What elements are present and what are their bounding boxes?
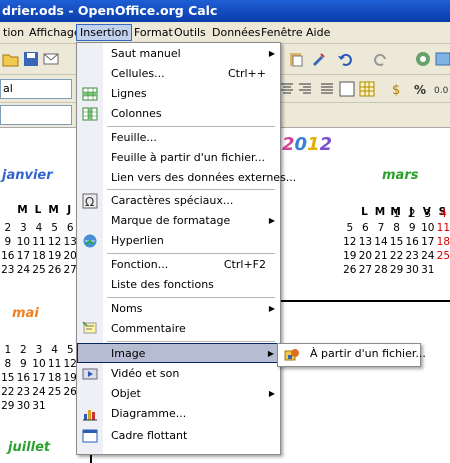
mars-row: 1234 — [393, 208, 447, 220]
clone-format-icon[interactable] — [309, 50, 327, 68]
image-submenu: À partir d'un fichier... — [277, 343, 426, 367]
menu-separator — [107, 297, 275, 298]
year-title: 2012 — [282, 134, 333, 155]
menu-item-cellules[interactable]: Cellules... Ctrl++ — [77, 64, 280, 84]
insert-columns-icon — [82, 107, 98, 121]
svg-text:Ω: Ω — [85, 195, 94, 209]
menu-item-feuille[interactable]: Feuille... — [77, 128, 280, 148]
menu-aide[interactable]: Aide — [303, 25, 333, 40]
menu-item-lignes[interactable]: Lignes — [77, 84, 280, 104]
menu-donnees[interactable]: Données — [209, 25, 263, 40]
menu-fenetre[interactable]: Fenêtre — [258, 25, 306, 40]
menu-item-hyperlien[interactable]: Hyperlien — [77, 231, 280, 251]
hyperlink-icon — [82, 233, 98, 249]
navigator-icon[interactable] — [414, 50, 432, 68]
menu-item-marque-formatage[interactable]: Marque de formatage ▶ — [77, 211, 280, 231]
mai-row: 29 30 31 — [1, 400, 46, 412]
menu-item-objet[interactable]: Objet ▶ — [77, 384, 280, 404]
menu-separator — [107, 253, 275, 254]
svg-text:$: $ — [392, 83, 400, 98]
month-title-juillet: juillet — [8, 440, 51, 455]
justify-icon[interactable] — [318, 80, 336, 98]
currency-icon[interactable]: $ — [388, 80, 406, 98]
insertion-menu: Saut manuel ▶ Cellules... Ctrl++ Lignes Co… — [76, 42, 296, 455]
menu-item-diagramme[interactable]: Diagramme... — [77, 404, 280, 424]
menu-outils[interactable]: Outils — [171, 25, 209, 40]
cell-grid-icon[interactable] — [358, 80, 376, 98]
comment-icon — [82, 321, 97, 334]
menu-item-noms[interactable]: Noms ▶ — [77, 299, 280, 319]
undo-icon[interactable] — [336, 50, 354, 68]
month-title-mars: mars — [382, 168, 419, 183]
menu-separator — [107, 189, 275, 190]
special-character-icon: Ω — [82, 193, 98, 209]
number-format-icon[interactable]: 0.0 — [432, 80, 450, 98]
menu-item-commentaire[interactable]: Commentaire — [77, 319, 280, 339]
menu-item-feuille-fichier[interactable]: Feuille à partir d'un fichier... — [77, 148, 280, 168]
video-sound-icon — [82, 368, 98, 380]
menu-insertion[interactable]: Insertion — [76, 24, 133, 41]
submenu-item-from-file[interactable]: À partir d'un fichier... — [310, 347, 426, 360]
menu-separator — [107, 341, 275, 342]
menu-format[interactable]: Format — [131, 25, 176, 40]
merge-cells-icon[interactable] — [338, 80, 356, 98]
open-icon[interactable] — [2, 50, 20, 68]
insert-image-from-file-icon — [284, 349, 299, 361]
save-icon[interactable] — [22, 50, 40, 68]
menu-item-cadre-flottant[interactable]: Cadre flottant — [77, 426, 280, 446]
mars-row: 19 20 21 22 23 24 25 — [343, 250, 450, 262]
menu-item-fonction[interactable]: Fonction... Ctrl+F2 — [77, 255, 280, 275]
mars-row: 5 6 7 8 9 10 11 — [346, 222, 450, 234]
redo-icon[interactable] — [372, 50, 390, 68]
month-title-janvier: janvier — [2, 168, 53, 183]
divider-line — [278, 300, 450, 302]
menu-item-colonnes[interactable]: Colonnes — [77, 104, 280, 124]
menu-item-image[interactable]: Image ▶ — [77, 343, 280, 363]
paste-icon[interactable] — [287, 50, 305, 68]
menu-item-video-son[interactable]: Vidéo et son — [77, 364, 280, 384]
chart-icon — [83, 410, 97, 421]
mars-row: 26 27 28 29 30 31 — [343, 264, 435, 276]
menu-separator — [107, 126, 275, 127]
title-bar: drier.ods - OpenOffice.org Calc — [0, 0, 450, 22]
menu-item-liste-fonctions[interactable]: Liste des fonctions — [77, 275, 280, 295]
name-box[interactable] — [0, 105, 72, 125]
menu-edition[interactable]: tion — [0, 25, 27, 40]
menu-item-saut-manuel[interactable]: Saut manuel ▶ — [77, 44, 280, 64]
menu-item-caracteres-speciaux[interactable]: Ω Caractères spéciaux... — [77, 191, 280, 211]
mars-row: 12 13 14 15 16 17 18 — [343, 236, 450, 248]
menu-item-lien-donnees-externes[interactable]: Lien vers des données externes... — [77, 168, 296, 188]
font-name-field[interactable]: al — [0, 79, 72, 99]
month-title-mai: mai — [12, 306, 39, 321]
insert-rows-icon — [82, 87, 98, 101]
svg-text:%: % — [414, 83, 426, 97]
align-right-icon[interactable] — [296, 80, 314, 98]
percent-icon[interactable]: % — [412, 80, 430, 98]
gallery-icon[interactable] — [434, 50, 450, 68]
svg-text:0.0: 0.0 — [434, 86, 449, 96]
window-title: drier.ods - OpenOffice.org Calc — [2, 3, 218, 18]
menu-bar: tion Affichage Insertion Format Outils D… — [0, 22, 450, 44]
floating-frame-icon — [82, 429, 98, 443]
mail-icon[interactable] — [42, 50, 60, 68]
